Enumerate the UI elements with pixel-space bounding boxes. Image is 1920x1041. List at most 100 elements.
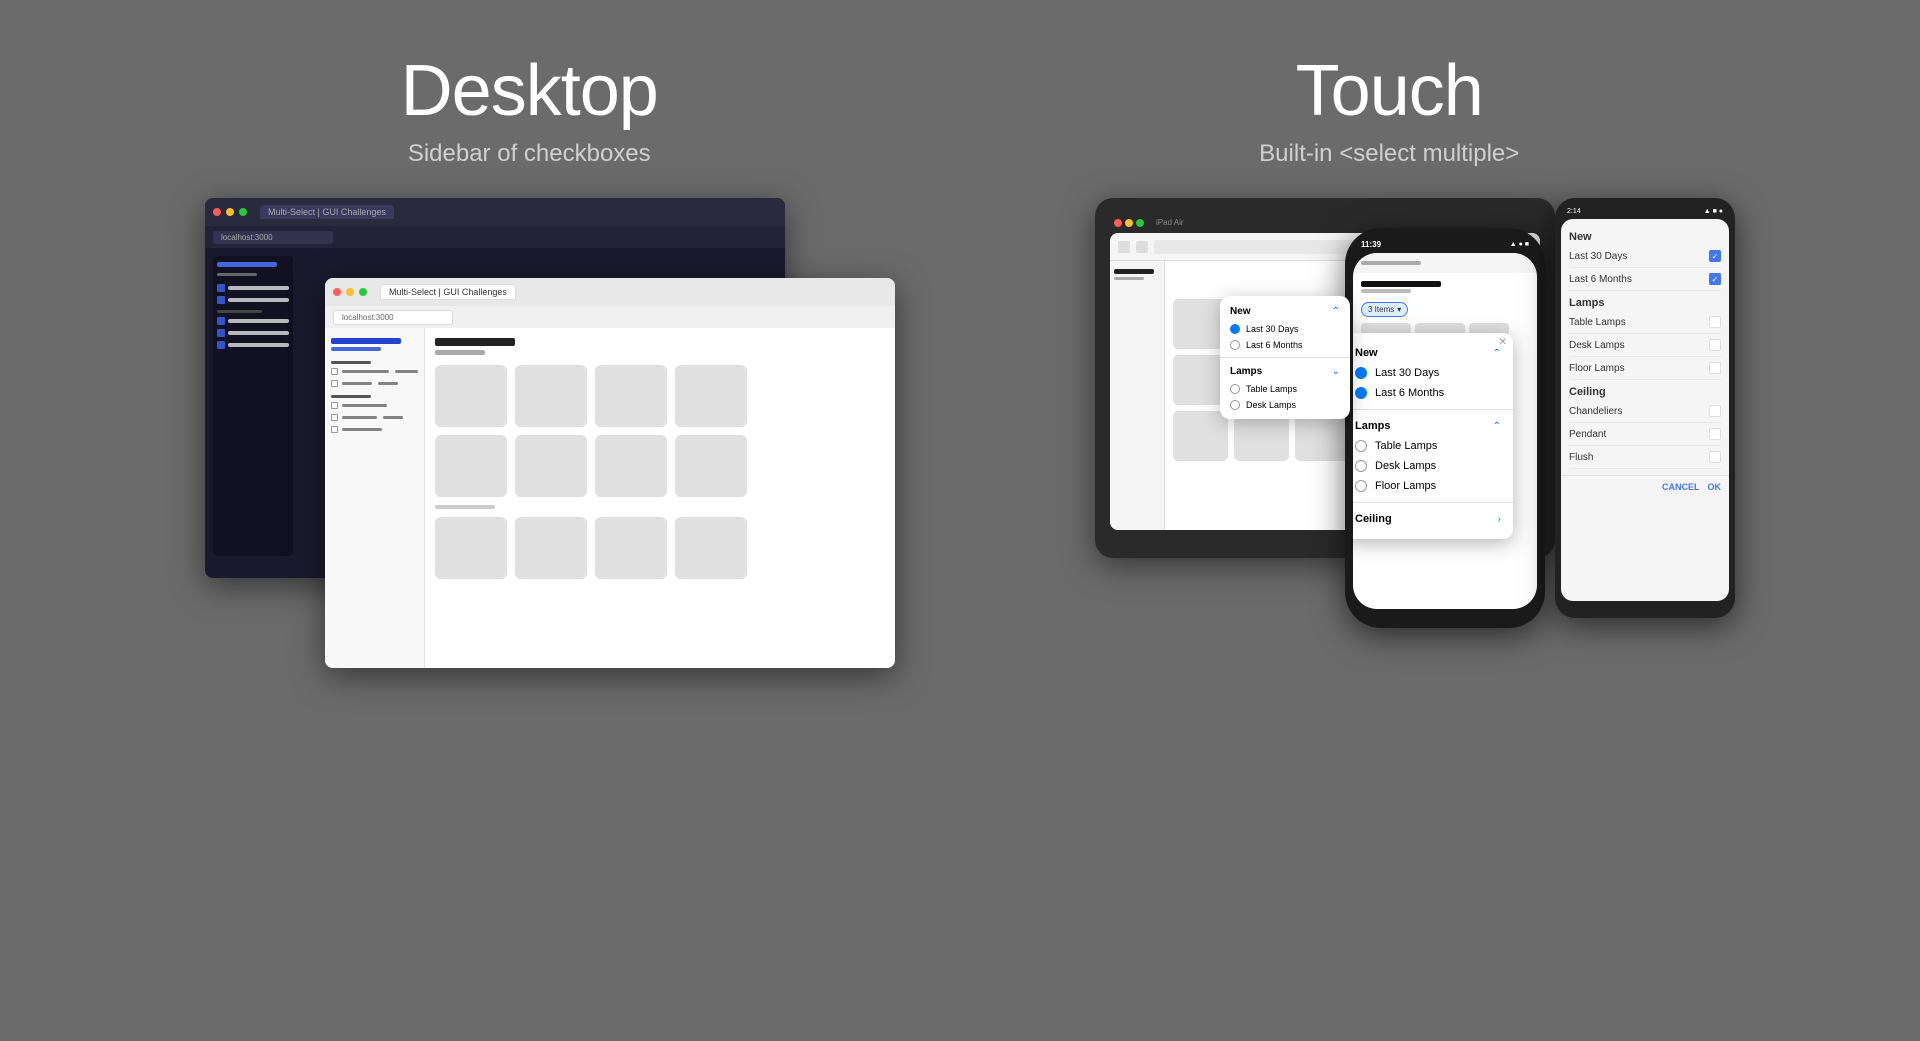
grid-cell-6 (515, 435, 587, 497)
iphone-badge-label: 3 Items (1368, 305, 1394, 314)
popover-new-chevron: ⌃ (1493, 348, 1501, 359)
android-item-last30[interactable]: Last 30 Days ✓ (1569, 245, 1721, 268)
sl-check-3[interactable] (331, 402, 338, 409)
dropdown-last30-label: Last 30 Days (1246, 324, 1299, 334)
dropdown-new-label: New (1230, 306, 1251, 317)
android-check-chandeliers[interactable] (1709, 405, 1721, 417)
browser-front-content (325, 328, 895, 668)
grid-cell-2 (515, 365, 587, 427)
dropdown-item-desklamps[interactable]: Desk Lamps (1220, 397, 1350, 413)
android-section-ceiling: Ceiling (1569, 380, 1721, 400)
android-section-new: New (1569, 225, 1721, 245)
ipad-sidebar-title (1114, 269, 1154, 274)
android-check-tablelamps[interactable] (1709, 316, 1721, 328)
android-item-floorlamps[interactable]: Floor Lamps (1569, 357, 1721, 380)
sl-item-4 (331, 414, 418, 421)
grid-cell-12 (675, 517, 747, 579)
popover-lamps-chevron: ⌃ (1493, 421, 1501, 432)
grid-cell-1 (435, 365, 507, 427)
android-check-flush[interactable] (1709, 451, 1721, 463)
popover-close-icon[interactable]: ✕ (1499, 337, 1507, 348)
dropdown-lamps-chevron: ⌄ (1332, 366, 1340, 377)
ipad-nav-forward[interactable] (1136, 241, 1148, 253)
sl-check-1[interactable] (331, 368, 338, 375)
sl-line-2 (342, 382, 372, 385)
window-minimize-dot (226, 208, 234, 216)
popover-radio-last6 (1355, 387, 1367, 399)
popover-new-header[interactable]: New ⌃ (1353, 343, 1513, 363)
window-minimize-dot-front (346, 288, 354, 296)
popover-item-desklamps[interactable]: Desk Lamps (1353, 456, 1513, 476)
android-item-chandeliers[interactable]: Chandeliers (1569, 400, 1721, 423)
sidebar-check-3[interactable] (217, 317, 225, 325)
android-item-last30-label: Last 30 Days (1569, 251, 1627, 262)
popover-lamps-header[interactable]: Lamps ⌃ (1353, 416, 1513, 436)
android-ok-button[interactable]: OK (1708, 482, 1722, 492)
popover-item-floorlamps[interactable]: Floor Lamps (1353, 476, 1513, 496)
iphone-popover: ✕ New ⌃ Last 30 Days (1353, 333, 1513, 539)
sl-check-2[interactable] (331, 380, 338, 387)
ipad-nav-back[interactable] (1118, 241, 1130, 253)
android-item-desklamps[interactable]: Desk Lamps (1569, 334, 1721, 357)
dropdown-item-last6[interactable]: Last 6 Months (1220, 337, 1350, 353)
browser-address-bar-front: localhost:3000 (325, 306, 895, 328)
popover-last6-label: Last 6 Months (1375, 387, 1444, 399)
sidebar-check-4[interactable] (217, 329, 225, 337)
dropdown-item-tablelamps[interactable]: Table Lamps (1220, 381, 1350, 397)
popover-item-last30[interactable]: Last 30 Days (1353, 363, 1513, 383)
dropdown-new-header[interactable]: New ⌃ (1220, 302, 1350, 321)
android-check-last30[interactable]: ✓ (1709, 250, 1721, 262)
sl-line-1b (395, 370, 418, 373)
sidebar-check-1[interactable] (217, 284, 225, 292)
android-check-floorlamps[interactable] (1709, 362, 1721, 374)
grid-row-3 (435, 517, 885, 579)
dropdown-item-last30[interactable]: Last 30 Days (1220, 321, 1350, 337)
sl-line-3 (342, 404, 387, 407)
browser-tab-bar-front: Multi-Select | GUI Challenges (325, 278, 895, 306)
window-close-dot (213, 208, 221, 216)
sidebar-check-2[interactable] (217, 296, 225, 304)
iphone-subtitle-bar (1361, 289, 1411, 293)
grid-cell-5 (435, 435, 507, 497)
android-item-flush[interactable]: Flush (1569, 446, 1721, 469)
address-text-back[interactable]: localhost:3000 (213, 231, 333, 244)
android-item-last6[interactable]: Last 6 Months ✓ (1569, 268, 1721, 291)
browser-tab-label-back[interactable]: Multi-Select | GUI Challenges (260, 205, 394, 219)
sidebar-header-line (217, 262, 277, 267)
desktop-section: Multi-Select | GUI Challenges localhost:… (205, 198, 845, 688)
dropdown-desklamps-label: Desk Lamps (1246, 400, 1296, 410)
ipad-dot-yellow (1125, 219, 1133, 227)
android-container: 2:14 ▲ ■ ● New Last 30 Days ✓ Last 6 (1555, 198, 1735, 618)
android-item-pendant[interactable]: Pendant (1569, 423, 1721, 446)
popover-item-tablelamps[interactable]: Table Lamps (1353, 436, 1513, 456)
sidebar-check-5[interactable] (217, 341, 225, 349)
android-check-last6[interactable]: ✓ (1709, 273, 1721, 285)
grid-row-2 (435, 435, 885, 497)
popover-radio-last30 (1355, 367, 1367, 379)
android-cancel-button[interactable]: CANCEL (1662, 482, 1700, 492)
address-text-front[interactable]: localhost:3000 (333, 310, 453, 325)
popover-ceiling-header[interactable]: Ceiling › (1353, 509, 1513, 529)
android-item-floorlamps-label: Floor Lamps (1569, 363, 1625, 374)
android-check-desklamps[interactable] (1709, 339, 1721, 351)
browser-tab-label-front[interactable]: Multi-Select | GUI Challenges (380, 284, 516, 300)
sl-section-new (331, 361, 371, 364)
radio-last6 (1230, 340, 1240, 350)
popover-item-last6[interactable]: Last 6 Months (1353, 383, 1513, 403)
dropdown-lamps-header[interactable]: Lamps ⌄ (1220, 362, 1350, 381)
desktop-header: Desktop Sidebar of checkboxes (401, 50, 658, 168)
sl-check-5[interactable] (331, 426, 338, 433)
popover-desklamps-label: Desk Lamps (1375, 460, 1436, 472)
popover-last30-label: Last 30 Days (1375, 367, 1439, 379)
window-maximize-dot (239, 208, 247, 216)
sl-check-4[interactable] (331, 414, 338, 421)
iphone-filter-badge[interactable]: 3 Items ▾ (1361, 302, 1408, 317)
sidebar-line-1 (228, 286, 289, 290)
ipad-top-bar: iPad Air (1110, 218, 1540, 227)
browser-tab-bar-back: Multi-Select | GUI Challenges (205, 198, 785, 226)
android-item-tablelamps[interactable]: Table Lamps (1569, 311, 1721, 334)
android-item-desklamps-label: Desk Lamps (1569, 340, 1625, 351)
android-check-pendant[interactable] (1709, 428, 1721, 440)
popover-floorlamps-label: Floor Lamps (1375, 480, 1436, 492)
popover-lamps-label: Lamps (1355, 420, 1390, 432)
